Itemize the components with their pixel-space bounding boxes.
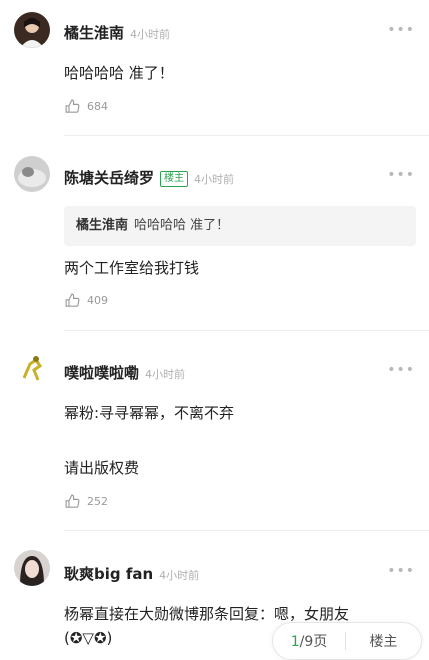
current-page: 1 [290, 634, 300, 650]
quoted-username: 橘生淮南 [76, 218, 129, 233]
comment-text: 哈哈哈哈 准了！ [64, 64, 174, 82]
comment-text: 两个工作室给我打钱 [64, 259, 200, 277]
total-pages: /9页 [299, 634, 328, 650]
timestamp: 4小时前 [130, 28, 171, 41]
comment-text: 幂粉:寻寻幂幂，不离不弃 [64, 404, 235, 422]
divider [64, 530, 429, 531]
op-only-button[interactable]: 楼主 [346, 631, 421, 651]
divider [64, 135, 429, 136]
divider [64, 330, 429, 331]
more-options-icon[interactable]: ••• [387, 167, 415, 183]
avatar[interactable] [14, 550, 50, 586]
thumbs-up-icon [65, 494, 80, 508]
username[interactable]: 陈塘关岳绮罗 楼主 4小时前 [64, 167, 234, 188]
op-badge: 楼主 [160, 171, 189, 187]
thumbs-up-icon [65, 99, 80, 113]
like-count: 684 [87, 100, 108, 113]
quoted-reply[interactable]: 橘生淮南 哈哈哈哈 准了！ [64, 206, 416, 246]
comment-text: (✪▽✪) [64, 629, 113, 647]
like-button[interactable]: 684 [64, 98, 108, 115]
like-count: 252 [87, 495, 108, 508]
avatar[interactable] [14, 350, 50, 386]
username[interactable]: 耿爽big fan 4小时前 [64, 563, 199, 584]
avatar[interactable] [14, 12, 50, 48]
quoted-text: 哈哈哈哈 准了！ [134, 218, 230, 233]
avatar[interactable] [14, 156, 50, 192]
like-button[interactable]: 252 [64, 493, 108, 510]
timestamp: 4小时前 [194, 173, 235, 186]
more-options-icon[interactable]: ••• [387, 22, 415, 38]
page-indicator[interactable]: 1/9页 [273, 631, 345, 651]
timestamp: 4小时前 [145, 368, 186, 381]
page-navigator: 1/9页 楼主 [272, 622, 422, 660]
comment-text: 请出版权费 [64, 459, 140, 477]
more-options-icon[interactable]: ••• [387, 563, 415, 579]
comment-text: 杨幂直接在大勋微博那条回复：嗯，女朋友 [64, 605, 350, 623]
thumbs-up-icon [65, 293, 80, 307]
username[interactable]: 噗啦噗啦嘞 4小时前 [64, 362, 185, 383]
like-count: 409 [87, 294, 108, 307]
more-options-icon[interactable]: ••• [387, 362, 415, 378]
username[interactable]: 橘生淮南 4小时前 [64, 22, 170, 43]
like-button[interactable]: 409 [64, 292, 108, 309]
timestamp: 4小时前 [159, 569, 200, 582]
